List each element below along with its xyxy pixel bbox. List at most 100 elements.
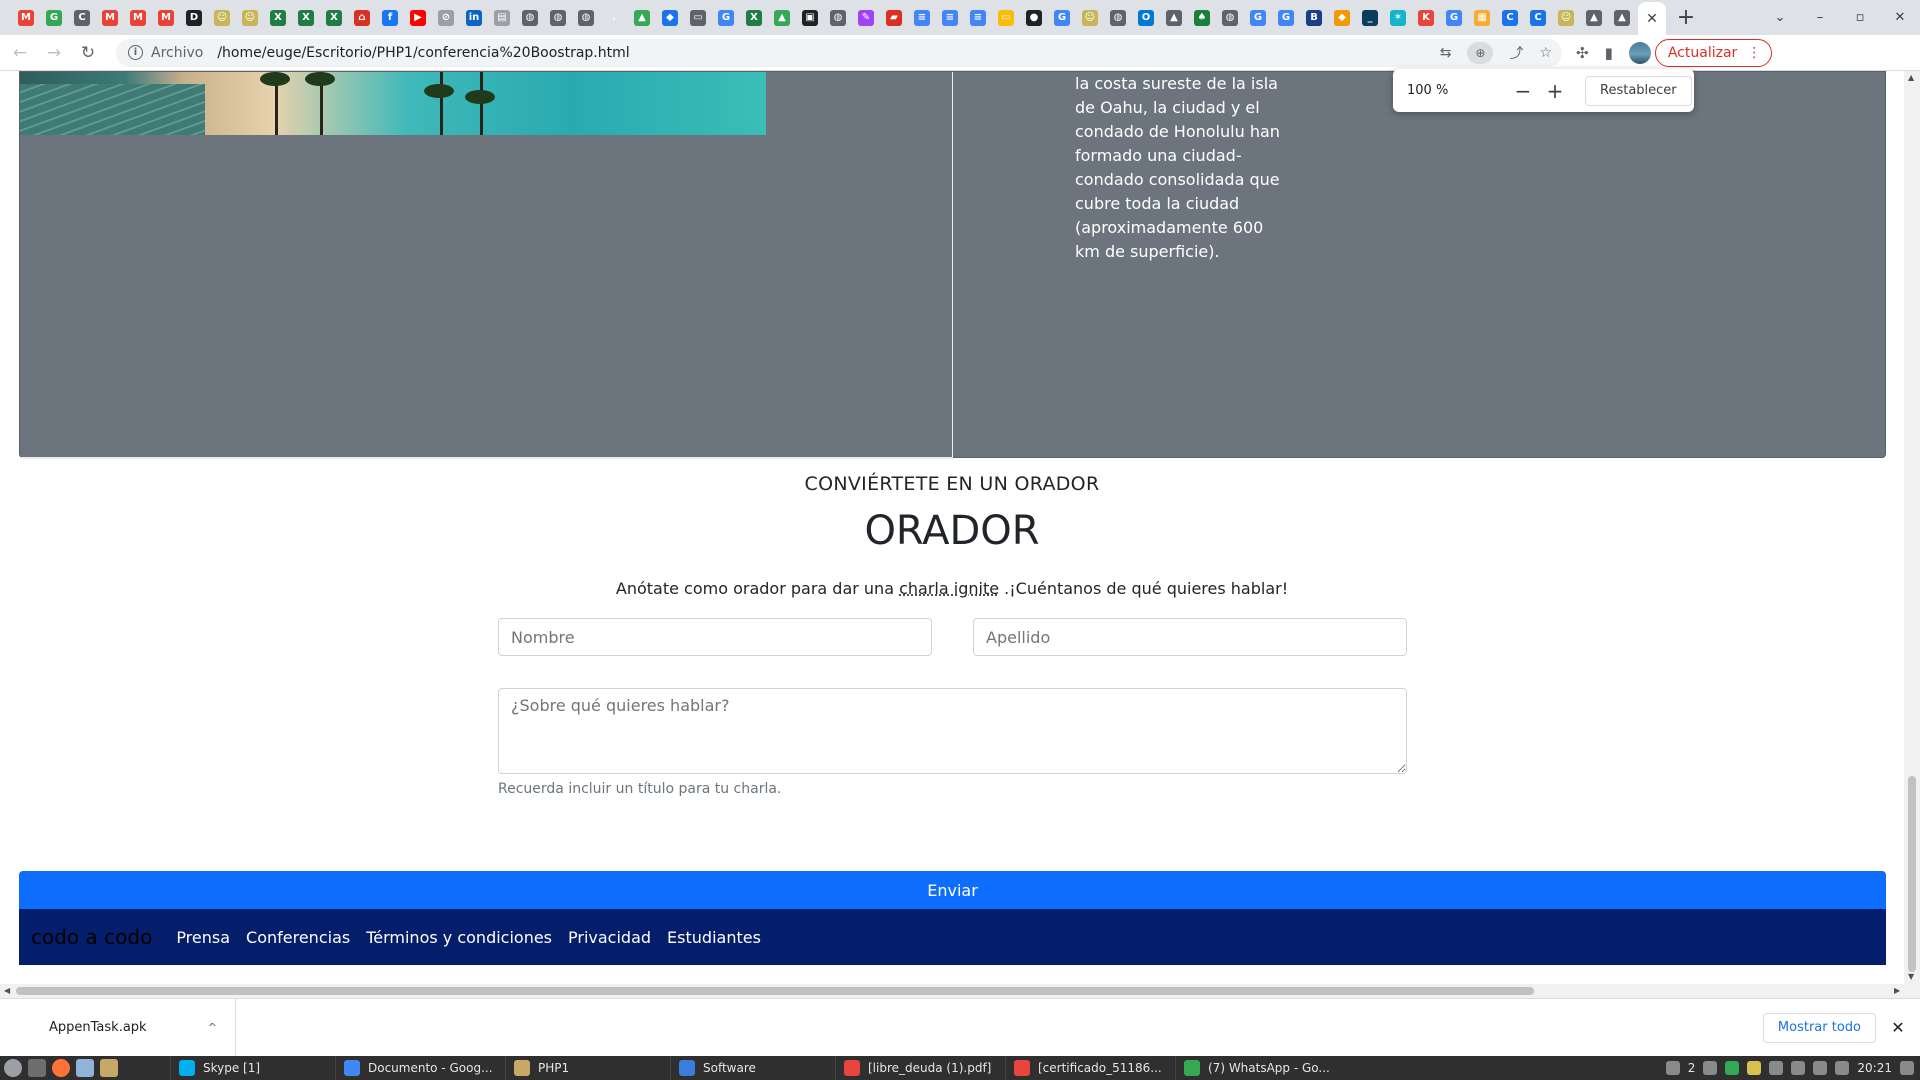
pinned-tab[interactable]: G bbox=[1440, 0, 1468, 35]
pinned-tab[interactable]: X bbox=[264, 0, 292, 35]
pinned-tab[interactable]: . bbox=[600, 0, 628, 35]
download-item[interactable]: AppenTask.apk ^ bbox=[0, 998, 236, 1057]
pinned-tab[interactable]: ◍ bbox=[516, 0, 544, 35]
horizontal-scroll-thumb[interactable] bbox=[16, 987, 1534, 995]
pinned-tab[interactable]: ● bbox=[1020, 0, 1048, 35]
pinned-tab[interactable]: ⊘ bbox=[432, 0, 460, 35]
pinned-tab[interactable]: G bbox=[1244, 0, 1272, 35]
active-tab[interactable]: ✕ bbox=[1638, 2, 1666, 35]
footer-link-conferencias[interactable]: Conferencias bbox=[246, 928, 350, 947]
close-window-icon[interactable]: ✕ bbox=[1880, 10, 1920, 25]
forward-arrow-icon[interactable]: → bbox=[40, 39, 68, 67]
pinned-tab[interactable]: ✎ bbox=[852, 0, 880, 35]
vertical-scroll-thumb[interactable] bbox=[1908, 776, 1916, 972]
info-icon[interactable]: i bbox=[128, 45, 143, 60]
topic-textarea[interactable] bbox=[498, 688, 1407, 774]
url-text[interactable]: /home/euge/Escritorio/PHP1/conferencia%2… bbox=[217, 45, 629, 61]
footer-link-terminos[interactable]: Términos y condiciones bbox=[366, 928, 552, 947]
pinned-tab[interactable]: X bbox=[740, 0, 768, 35]
pinned-tab[interactable]: _ bbox=[1356, 0, 1384, 35]
side-panel-icon[interactable]: ▮ bbox=[1605, 44, 1613, 62]
update-button[interactable]: Actualizar ⋮ bbox=[1654, 38, 1773, 67]
taskbar-task[interactable]: Documento - Goog... bbox=[335, 1056, 505, 1080]
zoom-icon[interactable]: ⊕ bbox=[1467, 41, 1494, 64]
pinned-tab[interactable]: G bbox=[712, 0, 740, 35]
virtualbox-icon[interactable] bbox=[76, 1059, 94, 1077]
taskbar-task[interactable]: (7) WhatsApp - Go... bbox=[1175, 1056, 1335, 1080]
show-all-button[interactable]: Mostrar todo bbox=[1762, 1012, 1876, 1043]
taskbar-task[interactable]: [libre_deuda (1).pdf] bbox=[835, 1056, 1005, 1080]
minimize-icon[interactable]: – bbox=[1800, 10, 1840, 25]
pinned-tab[interactable]: ☺ bbox=[208, 0, 236, 35]
pinned-tab[interactable]: ✶ bbox=[1384, 0, 1412, 35]
close-downloads-icon[interactable]: ✕ bbox=[1876, 1018, 1920, 1037]
pinned-tab[interactable]: ▭ bbox=[684, 0, 712, 35]
pinned-tab[interactable]: ▲ bbox=[768, 0, 796, 35]
surname-input[interactable] bbox=[973, 618, 1407, 656]
footer-link-prensa[interactable]: Prensa bbox=[176, 928, 230, 947]
horizontal-scrollbar[interactable]: ◀ ▶ bbox=[0, 984, 1920, 998]
pinned-tab[interactable]: M bbox=[124, 0, 152, 35]
share-icon[interactable]: ⤴ bbox=[1509, 43, 1523, 63]
pinned-tab[interactable]: ☺ bbox=[1076, 0, 1104, 35]
address-bar[interactable]: i Archivo /home/euge/Escritorio/PHP1/con… bbox=[116, 38, 1562, 67]
firefox-icon[interactable] bbox=[52, 1059, 70, 1077]
pinned-tab[interactable]: C bbox=[1496, 0, 1524, 35]
pinned-tab[interactable]: ≡ bbox=[908, 0, 936, 35]
pinned-tab[interactable]: ◆ bbox=[656, 0, 684, 35]
extensions-puzzle-icon[interactable]: ✣ bbox=[1576, 44, 1589, 62]
profile-avatar[interactable] bbox=[1628, 41, 1651, 64]
reload-icon[interactable]: ↻ bbox=[74, 39, 102, 67]
pinned-tab[interactable]: G bbox=[40, 0, 68, 35]
pinned-tab[interactable]: C bbox=[1524, 0, 1552, 35]
pinned-tab[interactable]: ▣ bbox=[796, 0, 824, 35]
check-icon[interactable] bbox=[1725, 1061, 1740, 1075]
taskbar-task[interactable]: Skype [1] bbox=[170, 1056, 335, 1080]
zoom-reset-button[interactable]: Restablecer bbox=[1585, 75, 1692, 106]
pinned-tab[interactable]: ▲ bbox=[628, 0, 656, 35]
taskbar-task[interactable]: PHP1 bbox=[505, 1056, 670, 1080]
notes-icon[interactable] bbox=[1747, 1061, 1762, 1075]
network-icon[interactable] bbox=[1703, 1061, 1718, 1075]
pinned-tab[interactable]: ▲ bbox=[1160, 0, 1188, 35]
scroll-right-arrow-icon[interactable]: ▶ bbox=[1894, 986, 1900, 995]
pinned-tab[interactable]: ☺ bbox=[1552, 0, 1580, 35]
new-tab-button[interactable]: + bbox=[1666, 0, 1706, 35]
show-desktop-icon[interactable] bbox=[1900, 1061, 1914, 1075]
pinned-tab[interactable]: ▲ bbox=[1608, 0, 1636, 35]
pinned-tab[interactable]: ◆ bbox=[1328, 0, 1356, 35]
pinned-tab[interactable]: ⌂ bbox=[348, 0, 376, 35]
zoom-in-button[interactable]: + bbox=[1539, 79, 1571, 103]
taskbar-task[interactable]: [certificado_51186... bbox=[1005, 1056, 1175, 1080]
pinned-tab[interactable]: ◍ bbox=[824, 0, 852, 35]
pinned-tab[interactable]: M bbox=[152, 0, 180, 35]
back-arrow-icon[interactable]: ← bbox=[6, 39, 34, 67]
pinned-tab[interactable]: ♠ bbox=[1188, 0, 1216, 35]
wifi-icon[interactable] bbox=[1791, 1061, 1806, 1075]
pinned-tab[interactable]: X bbox=[292, 0, 320, 35]
pinned-tab[interactable]: B bbox=[1300, 0, 1328, 35]
translate-icon[interactable]: ⇆ bbox=[1440, 45, 1452, 61]
pinned-tab[interactable]: ◍ bbox=[1104, 0, 1132, 35]
user-icon[interactable] bbox=[1769, 1061, 1784, 1075]
pinned-tab[interactable]: ◍ bbox=[572, 0, 600, 35]
maximize-icon[interactable]: ▫ bbox=[1840, 10, 1880, 25]
tab-search-icon[interactable]: ⌄ bbox=[1760, 10, 1800, 25]
close-tab-icon[interactable]: ✕ bbox=[1646, 11, 1658, 27]
submit-button[interactable]: Enviar bbox=[19, 871, 1886, 909]
scroll-left-arrow-icon[interactable]: ◀ bbox=[4, 986, 10, 995]
pinned-tab[interactable]: K bbox=[1412, 0, 1440, 35]
pinned-tab[interactable]: O bbox=[1132, 0, 1160, 35]
scroll-down-arrow-icon[interactable]: ▼ bbox=[1908, 972, 1914, 981]
pinned-tab[interactable]: C bbox=[68, 0, 96, 35]
volume-icon[interactable] bbox=[1813, 1061, 1828, 1075]
pinned-tab[interactable]: G bbox=[1048, 0, 1076, 35]
files-icon[interactable] bbox=[100, 1059, 118, 1077]
scroll-up-arrow-icon[interactable]: ▲ bbox=[1908, 73, 1914, 82]
pinned-tab[interactable]: ☺ bbox=[236, 0, 264, 35]
pinned-tab[interactable]: G bbox=[1272, 0, 1300, 35]
name-input[interactable] bbox=[498, 618, 932, 656]
pinned-tab[interactable]: M bbox=[96, 0, 124, 35]
pinned-tab[interactable]: ≡ bbox=[964, 0, 992, 35]
pinned-tab[interactable]: ≡ bbox=[936, 0, 964, 35]
